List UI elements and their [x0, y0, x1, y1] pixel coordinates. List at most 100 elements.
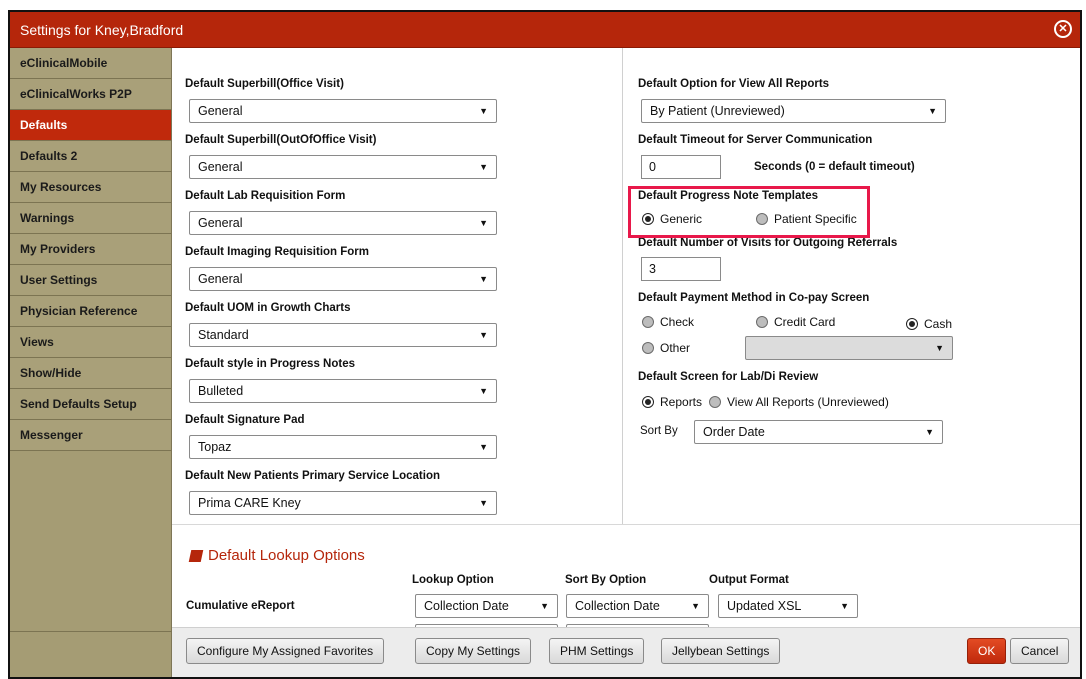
sidebar-item-show-hide[interactable]: Show/Hide	[10, 358, 171, 389]
sidebar-item-eclinicalmobile[interactable]: eClinicalMobile	[10, 48, 171, 79]
settings-dialog: Settings for Kney,Bradford ✕ eClinicalMo…	[8, 10, 1082, 679]
phm-settings-button[interactable]: PHM Settings	[549, 638, 645, 664]
pay-check-radio[interactable]: Check	[642, 315, 694, 329]
superbill-outoffice-label: Default Superbill(OutOfOffice Visit)	[185, 134, 377, 146]
chevron-down-icon: ▼	[479, 386, 488, 396]
service-location-value: Prima CARE Kney	[198, 496, 301, 510]
left-column: Default Superbill(Office Visit) General ▼…	[172, 48, 623, 524]
imaging-requisition-value: General	[198, 272, 243, 286]
uom-label: Default UOM in Growth Charts	[185, 302, 351, 314]
pay-credit-radio[interactable]: Credit Card	[756, 315, 835, 329]
dialog-titlebar: Settings for Kney,Bradford ✕	[10, 12, 1080, 48]
pay-other-label: Other	[660, 341, 691, 355]
sidebar-item-my-providers[interactable]: My Providers	[10, 234, 171, 265]
sidebar-item-warnings[interactable]: Warnings	[10, 203, 171, 234]
imaging-requisition-label: Default Imaging Requisition Form	[185, 246, 370, 258]
labdi-view-all-label: View All Reports (Unreviewed)	[727, 395, 889, 409]
copy-settings-button[interactable]: Copy My Settings	[415, 638, 532, 664]
progress-note-style-select[interactable]: Bulleted ▼	[189, 379, 497, 403]
timeout-input[interactable]: 0	[641, 155, 721, 179]
chevron-down-icon: ▼	[925, 427, 934, 437]
cumulative-ereport-label: Cumulative eReport	[186, 600, 295, 612]
uom-value: Standard	[198, 328, 249, 342]
cancel-button[interactable]: Cancel	[1010, 638, 1070, 664]
referral-visits-label: Default Number of Visits for Outgoing Re…	[638, 237, 898, 249]
radio-unselected-icon	[642, 316, 654, 328]
dialog-footer: Configure My Assigned Favorites Copy My …	[172, 627, 1080, 677]
timeout-label: Default Timeout for Server Communication	[638, 134, 873, 146]
sidebar-item-my-resources[interactable]: My Resources	[10, 172, 171, 203]
jellybean-settings-button[interactable]: Jellybean Settings	[661, 638, 781, 664]
progress-note-style-label: Default style in Progress Notes	[185, 358, 355, 370]
section-marker-icon	[188, 549, 204, 562]
view-reports-select[interactable]: By Patient (Unreviewed) ▼	[641, 99, 946, 123]
chevron-down-icon: ▼	[840, 601, 849, 611]
signature-pad-select[interactable]: Topaz ▼	[189, 435, 497, 459]
sort-by-value: Order Date	[703, 425, 765, 439]
chevron-down-icon: ▼	[540, 601, 549, 611]
progress-note-style-value: Bulleted	[198, 384, 244, 398]
sidebar-footer	[10, 631, 172, 677]
lab-requisition-select[interactable]: General ▼	[189, 211, 497, 235]
pay-other-select[interactable]: ▼	[745, 336, 953, 360]
sidebar-item-views[interactable]: Views	[10, 327, 171, 358]
pay-cash-radio[interactable]: Cash	[906, 317, 952, 331]
sidebar-item-user-settings[interactable]: User Settings	[10, 265, 171, 296]
chevron-down-icon: ▼	[691, 601, 700, 611]
lookup-heading-text: Default Lookup Options	[208, 547, 365, 564]
output-format-select[interactable]: Updated XSL ▼	[718, 594, 858, 618]
view-reports-value: By Patient (Unreviewed)	[650, 104, 785, 118]
col-lookup-option: Lookup Option	[412, 574, 494, 586]
view-reports-label: Default Option for View All Reports	[638, 78, 830, 90]
chevron-down-icon: ▼	[479, 442, 488, 452]
labdi-view-all-radio[interactable]: View All Reports (Unreviewed)	[709, 395, 889, 409]
pay-cash-label: Cash	[924, 317, 953, 331]
ok-button[interactable]: OK	[967, 638, 1007, 664]
pay-other-radio[interactable]: Other	[642, 341, 690, 355]
sidebar-item-send-defaults-setup[interactable]: Send Defaults Setup	[10, 389, 171, 420]
lab-requisition-label: Default Lab Requisition Form	[185, 190, 346, 202]
signature-pad-value: Topaz	[198, 440, 232, 454]
close-icon[interactable]: ✕	[1054, 20, 1072, 38]
lab-requisition-value: General	[198, 216, 243, 230]
superbill-outoffice-value: General	[198, 160, 243, 174]
superbill-outoffice-select[interactable]: General ▼	[189, 155, 497, 179]
radio-unselected-icon	[756, 316, 768, 328]
uom-select[interactable]: Standard ▼	[189, 323, 497, 347]
lookup-option-select[interactable]: Collection Date ▼	[415, 594, 558, 618]
sidebar-item-eclinicalworks-p2p[interactable]: eClinicalWorks P2P	[10, 79, 171, 110]
superbill-office-select[interactable]: General ▼	[189, 99, 497, 123]
pay-check-label: Check	[660, 315, 695, 329]
sort-by-select[interactable]: Order Date ▼	[694, 420, 943, 444]
labdi-review-label: Default Screen for Lab/Di Review	[638, 371, 819, 383]
sidebar-item-defaults[interactable]: Defaults	[10, 110, 171, 141]
sidebar-item-defaults-2[interactable]: Defaults 2	[10, 141, 171, 172]
superbill-office-value: General	[198, 104, 243, 118]
sort-by-option-select[interactable]: Collection Date ▼	[566, 594, 709, 618]
referral-visits-input[interactable]: 3	[641, 257, 721, 281]
sort-by-option-value: Collection Date	[575, 599, 660, 613]
configure-favorites-button[interactable]: Configure My Assigned Favorites	[186, 638, 385, 664]
right-column: Default Option for View All Reports By P…	[624, 48, 1080, 524]
col-output-format: Output Format	[709, 574, 789, 586]
chevron-down-icon: ▼	[479, 218, 488, 228]
dialog-title: Settings for Kney,Bradford	[20, 22, 184, 38]
timeout-hint: Seconds (0 = default timeout)	[754, 161, 915, 173]
chevron-down-icon: ▼	[928, 106, 937, 116]
settings-content: Default Superbill(Office Visit) General ▼…	[172, 48, 1080, 648]
settings-sidebar: eClinicalMobile eClinicalWorks P2P Defau…	[10, 48, 172, 677]
radio-selected-icon	[906, 318, 918, 330]
chevron-down-icon: ▼	[479, 106, 488, 116]
output-format-value: Updated XSL	[727, 599, 802, 613]
highlight-box	[628, 186, 870, 238]
imaging-requisition-select[interactable]: General ▼	[189, 267, 497, 291]
superbill-office-label: Default Superbill(Office Visit)	[185, 78, 344, 90]
sidebar-item-messenger[interactable]: Messenger	[10, 420, 171, 451]
radio-selected-icon	[642, 396, 654, 408]
labdi-reports-radio[interactable]: Reports	[642, 395, 702, 409]
chevron-down-icon: ▼	[479, 162, 488, 172]
lookup-option-value: Collection Date	[424, 599, 509, 613]
sidebar-item-physician-reference[interactable]: Physician Reference	[10, 296, 171, 327]
service-location-select[interactable]: Prima CARE Kney ▼	[189, 491, 497, 515]
signature-pad-label: Default Signature Pad	[185, 414, 305, 426]
